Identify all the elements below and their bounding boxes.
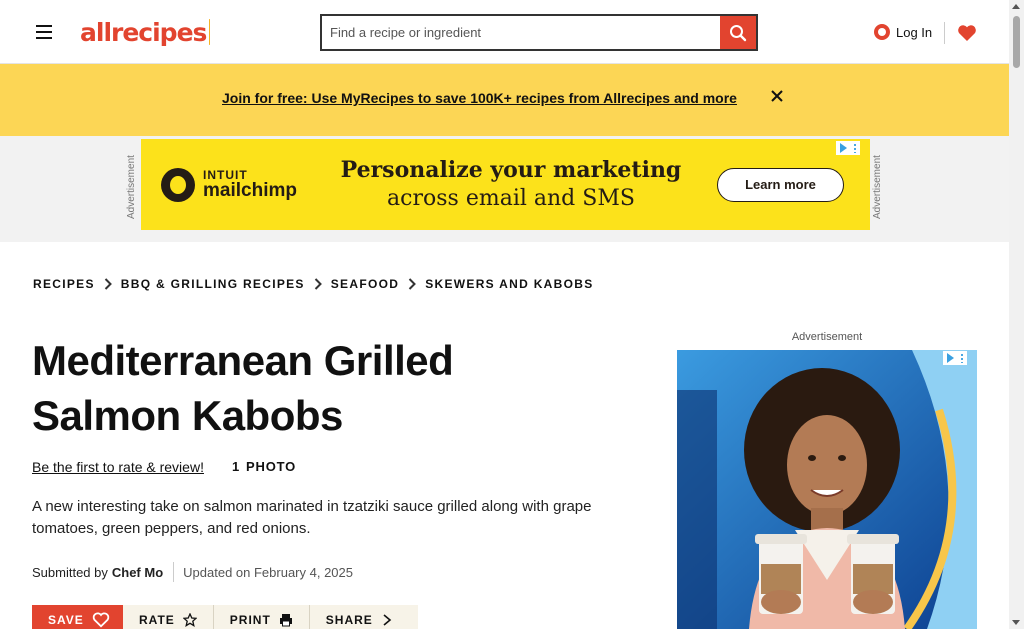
submitted-by-label: Submitted by	[32, 564, 108, 580]
heart-outline-icon	[92, 612, 109, 628]
rate-review-link[interactable]: Be the first to rate & review!	[32, 459, 204, 475]
logo-mark-icon	[209, 19, 210, 45]
byline: Submitted by Chef Mo Updated on February…	[32, 562, 353, 582]
promo-close-button[interactable]	[770, 89, 784, 108]
photo-link[interactable]: 1 PHOTO	[232, 459, 296, 474]
ad-headline-line1: Personalize your marketing	[340, 157, 682, 183]
rate-label: RATE	[139, 613, 175, 627]
breadcrumb-item[interactable]: RECIPES	[32, 277, 96, 291]
ad-brand: INTUIT mailchimp	[161, 167, 297, 202]
promo-banner: Join for free: Use MyRecipes to save 100…	[0, 64, 1009, 136]
search-icon	[730, 24, 747, 41]
recipe-title: Mediterranean Grilled Salmon Kabobs	[32, 337, 454, 439]
chevron-right-icon	[400, 278, 424, 290]
chevron-right-icon	[306, 278, 330, 290]
logo-text: allrecipes	[80, 17, 207, 47]
breadcrumb-item[interactable]: SKEWERS AND KABOBS	[424, 277, 594, 291]
scroll-down-icon[interactable]	[1012, 620, 1020, 625]
search-input[interactable]	[322, 16, 720, 49]
rate-button[interactable]: RATE	[123, 605, 214, 629]
scroll-up-icon[interactable]	[1012, 4, 1020, 9]
heart-icon	[958, 25, 976, 41]
share-arrow-icon	[383, 614, 392, 626]
coffee-ad-image[interactable]	[677, 350, 977, 629]
breadcrumb-item[interactable]: SEAFOOD	[330, 277, 400, 291]
menu-button[interactable]	[31, 19, 57, 45]
updated-date: Updated on February 4, 2025	[183, 564, 353, 580]
search-bar	[320, 14, 758, 51]
allrecipes-logo[interactable]: allrecipes	[80, 14, 210, 50]
chevron-right-icon	[96, 278, 120, 290]
byline-divider	[173, 562, 175, 582]
promo-join-link[interactable]: Join for free: Use MyRecipes to save 100…	[222, 90, 737, 106]
site-header: allrecipes Log In	[0, 0, 1009, 64]
recipe-actions: SAVE RATE PRINT SHARE	[32, 605, 418, 629]
share-button[interactable]: SHARE	[310, 605, 409, 629]
save-label: SAVE	[48, 613, 84, 627]
page-scrollbar[interactable]	[1009, 0, 1024, 629]
share-label: SHARE	[325, 613, 373, 627]
breadcrumb: RECIPES BBQ & GRILLING RECIPES SEAFOOD S…	[32, 277, 595, 291]
login-button[interactable]: Log In	[868, 19, 938, 45]
user-icon	[874, 24, 890, 40]
print-label: PRINT	[229, 613, 271, 627]
save-button[interactable]: SAVE	[32, 605, 123, 629]
photo-count: 1	[232, 459, 241, 474]
ad-illustration	[677, 350, 977, 629]
header-divider	[944, 22, 945, 44]
adchoices-icon[interactable]	[943, 351, 967, 365]
ad-caption: Advertisement	[791, 331, 863, 343]
printer-icon	[279, 614, 292, 627]
ad-brand-bottom: mailchimp	[203, 180, 297, 201]
login-label: Log In	[896, 24, 933, 40]
photo-label: PHOTO	[246, 459, 297, 474]
mailchimp-ad[interactable]: INTUIT mailchimp Personalize your market…	[141, 139, 870, 230]
scrollbar-thumb[interactable]	[1013, 16, 1020, 68]
print-button[interactable]: PRINT	[214, 605, 310, 629]
breadcrumb-item[interactable]: BBQ & GRILLING RECIPES	[120, 277, 306, 291]
mailchimp-logo-icon	[161, 167, 195, 202]
close-icon	[771, 90, 783, 102]
ad-learn-more-button[interactable]: Learn more	[716, 167, 844, 202]
menu-icon	[36, 25, 52, 27]
recipe-description: A new interesting take on salmon marinat…	[32, 498, 592, 537]
saved-recipes-button[interactable]	[955, 20, 979, 46]
search-button[interactable]	[720, 16, 756, 49]
adchoices-icon[interactable]	[836, 141, 860, 155]
star-icon	[182, 613, 197, 627]
author-link[interactable]: Chef Mo	[112, 565, 163, 580]
ad-headline-line2: across email and SMS	[387, 185, 635, 211]
ad-headline: Personalize your marketing across email …	[339, 157, 683, 212]
page: allrecipes Log In Join for free: Use MyR…	[0, 0, 1009, 629]
ad-side-label: Advertisement	[126, 155, 137, 219]
ad-side-label: Advertisement	[872, 155, 883, 219]
